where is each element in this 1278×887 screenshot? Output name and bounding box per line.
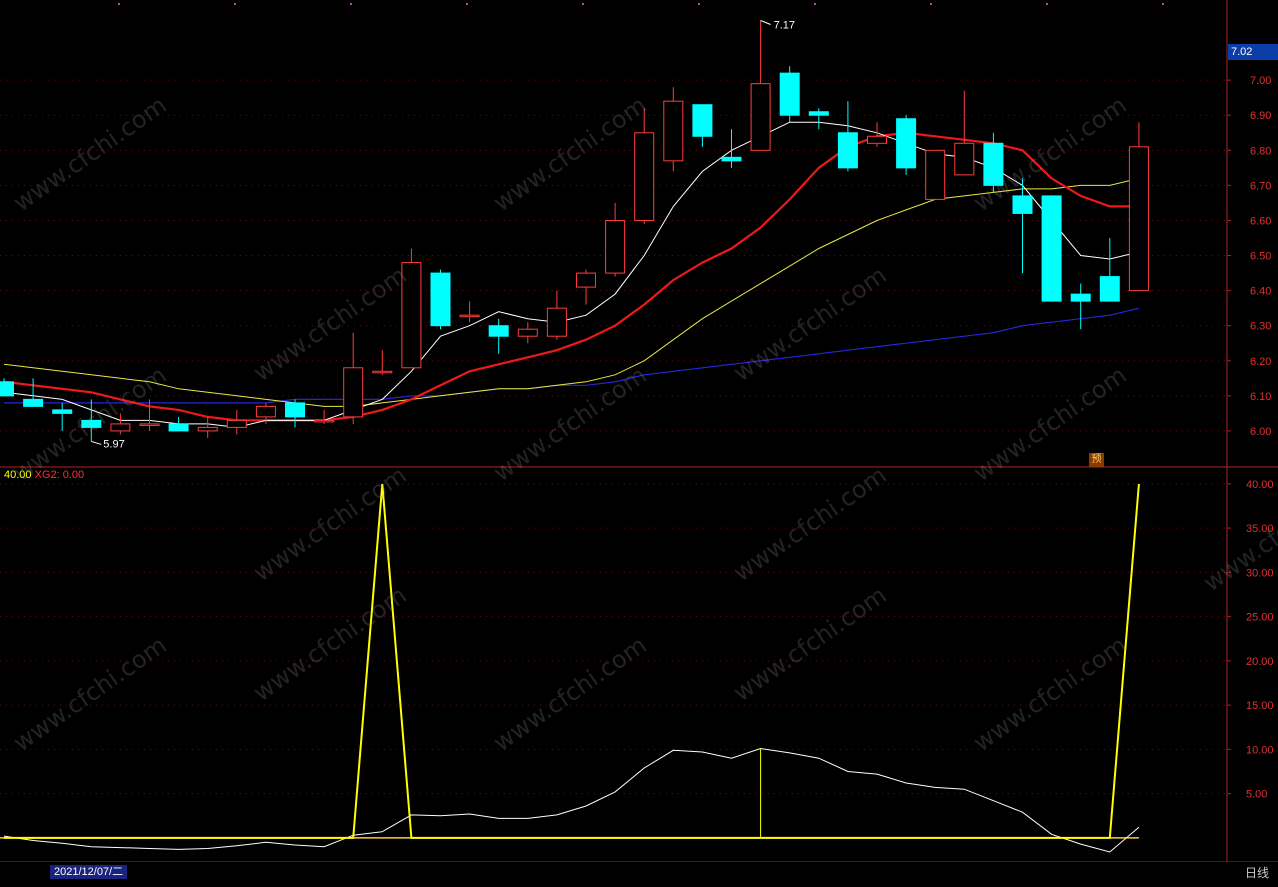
high-marker bbox=[760, 20, 771, 25]
price-tick-label: 6.40 bbox=[1250, 286, 1271, 298]
candle-down bbox=[1099, 276, 1120, 302]
price-tick-label: 6.60 bbox=[1250, 215, 1271, 227]
candle-up bbox=[343, 367, 364, 418]
candle-up bbox=[314, 419, 335, 423]
candle-down bbox=[285, 402, 305, 418]
top-marker bbox=[350, 3, 352, 5]
candle-up bbox=[576, 272, 596, 288]
candle-up bbox=[634, 132, 655, 221]
price-tick-label: 6.30 bbox=[1250, 321, 1271, 333]
high-label: 7.17 bbox=[774, 20, 795, 32]
candle-up bbox=[605, 219, 626, 274]
price-tick-label: 6.80 bbox=[1250, 145, 1271, 157]
top-marker bbox=[582, 3, 584, 5]
candle-up bbox=[197, 426, 218, 432]
price-tick-label: 6.50 bbox=[1250, 251, 1271, 263]
forecast-badge: 预 bbox=[1089, 453, 1104, 467]
candle-down bbox=[430, 272, 451, 327]
candle-down bbox=[52, 409, 73, 414]
top-marker bbox=[118, 3, 120, 5]
indicator-tick-label: 40.00 bbox=[1246, 479, 1274, 491]
annotations: 7.17 5.97 bbox=[91, 20, 795, 450]
top-marker bbox=[1162, 3, 1164, 5]
candle-down bbox=[896, 118, 917, 169]
top-marker bbox=[698, 3, 700, 5]
price-tick-label: 6.90 bbox=[1250, 110, 1271, 122]
top-marker bbox=[930, 3, 932, 5]
candle-up bbox=[459, 314, 480, 318]
candle-up bbox=[546, 307, 567, 337]
indicator-tick-label: 20.00 bbox=[1246, 656, 1274, 668]
indicator-tick-label: 25.00 bbox=[1246, 612, 1274, 624]
date-cursor: 2021/12/07/二 bbox=[50, 865, 128, 879]
indicator-lines bbox=[0, 483, 1140, 853]
candle-up bbox=[517, 328, 538, 337]
candle-down bbox=[0, 381, 14, 397]
candle-up bbox=[663, 100, 684, 162]
low-marker bbox=[91, 440, 102, 445]
price-tick-label: 6.70 bbox=[1250, 180, 1271, 192]
top-marker bbox=[234, 3, 236, 5]
indicator-tick-label: 10.00 bbox=[1246, 744, 1274, 756]
indicator-tick-label: 5.00 bbox=[1246, 789, 1267, 801]
candle-up bbox=[139, 423, 160, 426]
candle-up bbox=[750, 83, 771, 151]
candle-down bbox=[692, 104, 713, 137]
ma20-line bbox=[3, 177, 1140, 407]
price-tick-label: 6.20 bbox=[1250, 356, 1271, 368]
current-price-tag: 7.02 bbox=[1228, 44, 1278, 60]
low-label: 5.97 bbox=[103, 438, 124, 450]
candle-down bbox=[779, 72, 800, 116]
candle-down bbox=[1070, 293, 1091, 302]
candle-up bbox=[867, 135, 887, 144]
candles bbox=[0, 20, 1149, 442]
ma10-line bbox=[3, 131, 1139, 422]
bottom-bar bbox=[0, 862, 1278, 887]
candle-down bbox=[1012, 195, 1033, 214]
candle-up bbox=[954, 142, 975, 176]
ma60-line bbox=[4, 307, 1140, 404]
candle-down bbox=[23, 398, 44, 407]
indicator-white-line bbox=[3, 747, 1140, 853]
indicator-tick-label: 15.00 bbox=[1246, 700, 1274, 712]
candle-up bbox=[925, 149, 946, 200]
candle-down bbox=[808, 111, 829, 116]
candle-down bbox=[837, 132, 858, 169]
top-marker bbox=[814, 3, 816, 5]
candle-up bbox=[372, 370, 393, 374]
top-marker bbox=[466, 3, 468, 5]
candle-up bbox=[226, 419, 247, 428]
price-tick-label: 6.00 bbox=[1250, 426, 1271, 438]
price-axis: 7.00 6.90 6.80 6.70 6.60 6.50 6.40 6.30 6.20 6.10… bbox=[1227, 75, 1274, 801]
top-marker bbox=[1046, 3, 1048, 5]
candle-down bbox=[168, 423, 189, 432]
candle-up bbox=[1128, 146, 1149, 292]
candle-down bbox=[1041, 195, 1062, 302]
candle-up bbox=[255, 405, 276, 418]
price-tick-label: 7.00 bbox=[1250, 75, 1271, 87]
candle-up bbox=[110, 423, 131, 432]
candle-down bbox=[488, 325, 509, 337]
candle-down bbox=[721, 156, 742, 162]
period-label[interactable]: 日线 bbox=[1236, 864, 1278, 882]
price-tick-label: 6.10 bbox=[1250, 391, 1271, 403]
